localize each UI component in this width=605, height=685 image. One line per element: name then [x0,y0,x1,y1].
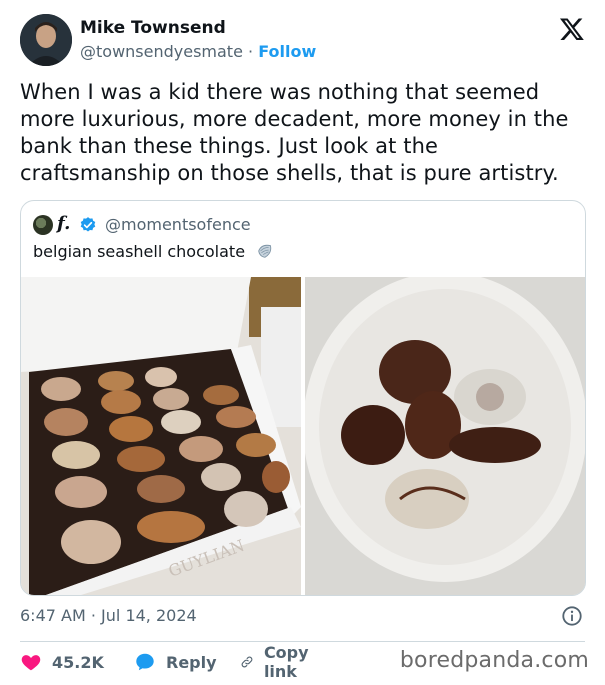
shell-emoji-icon [258,244,272,258]
reply-label: Reply [166,652,217,672]
author-handle-row: @townsendyesmate · Follow [80,42,316,61]
follow-button[interactable]: Follow [258,42,316,61]
chocolate-bowl-photo[interactable] [305,277,585,595]
x-logo-icon[interactable] [559,16,585,42]
heart-icon [21,655,41,671]
tweet-meta: 6:47 AM · Jul 14, 2024 [20,606,197,625]
author-handle[interactable]: @townsendyesmate [80,42,243,61]
verified-badge-icon [80,217,96,232]
meta-separator: · [90,606,96,625]
tweet-text: When I was a kid there was nothing that … [20,80,569,185]
copy-link-button[interactable]: Copy link [240,643,317,681]
quoted-text-row: belgian seashell chocolate [33,242,274,261]
copy-link-label: Copy link [263,643,309,681]
tweet-time[interactable]: 6:47 AM [20,606,86,625]
link-icon [241,656,253,668]
quoted-tweet[interactable]: f. @momentsofence belgian seashell choco… [20,200,586,596]
author-avatar[interactable] [20,14,72,66]
quoted-name[interactable]: f. [57,213,70,234]
quoted-handle[interactable]: @momentsofence [105,215,251,234]
watermark: boredpanda.com [399,648,589,673]
like-button[interactable]: 45.2K [20,650,104,674]
actions-divider [20,641,585,642]
chocolate-box-photo[interactable]: GUYLIAN [21,277,301,595]
quoted-text: belgian seashell chocolate [33,242,246,261]
reply-bubble-icon [136,653,154,671]
tweet-date[interactable]: Jul 14, 2024 [101,606,197,625]
like-count: 45.2K [52,652,104,672]
quoted-avatar[interactable] [33,215,53,235]
info-icon[interactable] [561,605,583,627]
handle-separator: · [248,42,254,61]
tweet-header: Mike Townsend @townsendyesmate · Follow [20,14,589,70]
author-name[interactable]: Mike Townsend [80,18,226,38]
reply-button[interactable]: Reply [134,650,217,674]
